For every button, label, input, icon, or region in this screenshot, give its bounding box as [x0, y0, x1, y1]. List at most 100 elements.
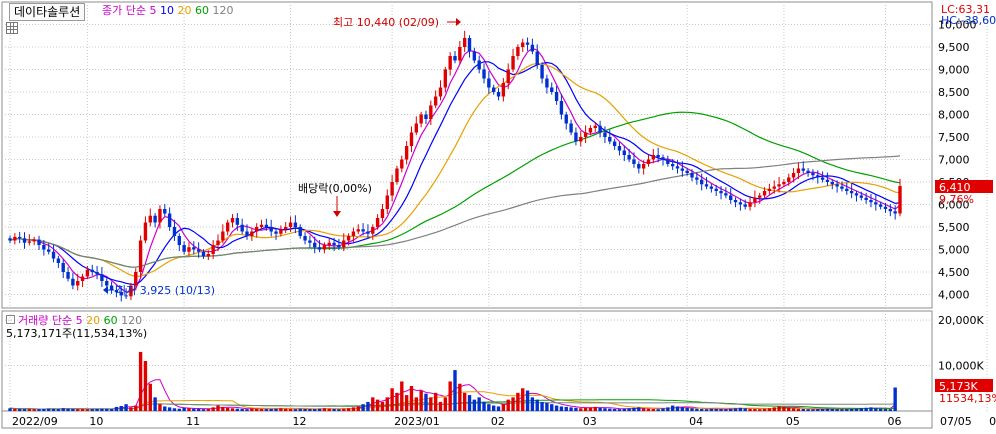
volume-bar	[525, 390, 530, 411]
candle-body	[477, 60, 481, 70]
candle-body	[274, 231, 278, 234]
volume-bar	[201, 409, 206, 411]
volume-bar	[869, 407, 873, 411]
volume-bar	[796, 408, 801, 411]
candle-body	[714, 188, 718, 191]
candle-body	[564, 114, 568, 124]
volume-bar	[535, 399, 539, 411]
volume-bar	[874, 408, 878, 411]
volume-bar	[95, 408, 99, 411]
volume-bar	[453, 370, 457, 411]
candle-body	[661, 157, 665, 160]
volume-bar	[206, 408, 211, 411]
candle-body	[598, 125, 602, 133]
candle-body	[380, 209, 385, 218]
candle-body	[8, 238, 12, 241]
candle-body	[206, 254, 211, 257]
low-price-label: 최저 3,925 (10/13)	[116, 284, 215, 297]
candle-body	[109, 285, 114, 290]
volume-bar	[738, 407, 743, 411]
candle-body	[733, 200, 738, 203]
volume-bar	[100, 408, 104, 411]
volume-bar	[820, 408, 825, 411]
volume-tick-label: 10,000K	[938, 360, 984, 373]
candle-body	[37, 239, 41, 245]
candle-body	[646, 159, 651, 164]
volume-bar	[579, 408, 583, 411]
candle-body	[458, 47, 462, 61]
candle-body	[105, 281, 109, 286]
candle-body	[279, 229, 283, 234]
volume-bar	[467, 395, 472, 411]
date-tick-label: 11	[186, 415, 200, 428]
volume-bar	[835, 409, 839, 411]
volume-bar	[114, 406, 119, 411]
checkbox-icon[interactable]	[6, 315, 15, 324]
candle-body	[201, 251, 206, 257]
price-tick-label: 7,000	[938, 154, 970, 167]
volume-bar	[622, 408, 626, 411]
candle-body	[530, 44, 535, 52]
volume-bar	[864, 407, 868, 411]
date-tick-label: 02	[491, 415, 505, 428]
volume-bar	[85, 409, 90, 411]
candle-body	[506, 69, 510, 83]
candle-body	[366, 231, 370, 234]
candle-body	[545, 78, 549, 88]
candle-body	[361, 229, 365, 232]
volume-bar	[182, 407, 186, 411]
volume-bar	[27, 409, 32, 411]
volume-bar	[675, 406, 680, 411]
volume-bar	[791, 408, 796, 411]
candle-body	[521, 42, 525, 47]
volume-bar	[419, 390, 423, 411]
volume-bar	[351, 407, 356, 411]
volume-bar	[748, 408, 752, 411]
volume-bar	[424, 393, 428, 411]
candle-body	[443, 69, 448, 88]
price-tick-label: 4,000	[938, 289, 970, 302]
volume-bar	[80, 409, 85, 411]
volume-bar	[366, 401, 370, 411]
candle-body	[680, 168, 685, 171]
volume-bar	[163, 406, 167, 411]
candle-body	[540, 65, 544, 79]
volume-bar	[569, 407, 573, 411]
volume-bar	[714, 408, 718, 411]
grid-toggle-icon[interactable]	[6, 22, 18, 34]
volume-bar	[279, 408, 283, 411]
candle-body	[559, 101, 564, 115]
candle-body	[753, 197, 757, 203]
stock-name-box[interactable]: 데이타솔루션	[9, 3, 86, 21]
percent-tag: 9,76%	[939, 193, 974, 206]
candle-body	[612, 141, 617, 146]
candle-body	[845, 188, 849, 191]
candle-body	[56, 258, 61, 263]
candle-body	[269, 227, 273, 232]
volume-bar	[661, 408, 665, 411]
candle-body	[874, 202, 878, 205]
volume-bar	[259, 408, 264, 411]
candle-body	[492, 87, 496, 92]
volume-bar	[482, 401, 486, 411]
volume-bar	[303, 408, 307, 411]
candle-body	[32, 239, 36, 242]
volume-bar	[670, 405, 675, 411]
volume-bar	[433, 392, 438, 411]
candle-body	[825, 179, 830, 182]
candle-body	[487, 78, 491, 88]
volume-bar	[56, 409, 61, 411]
candle-body	[245, 231, 249, 236]
volume-bar	[221, 406, 225, 411]
volume-percent-tag: 11534,13%	[939, 392, 996, 405]
volume-bar	[119, 406, 123, 411]
volume-bar	[153, 397, 157, 411]
chart-canvas[interactable]: 4,0004,5005,0005,5006,0006,5007,0007,500…	[0, 0, 996, 430]
candle-body	[767, 188, 772, 191]
volume-bar	[448, 381, 452, 411]
volume-bar	[264, 409, 269, 411]
candle-body	[482, 69, 486, 79]
volume-bar	[506, 399, 510, 411]
candle-body	[859, 195, 863, 198]
candle-body	[51, 251, 56, 259]
